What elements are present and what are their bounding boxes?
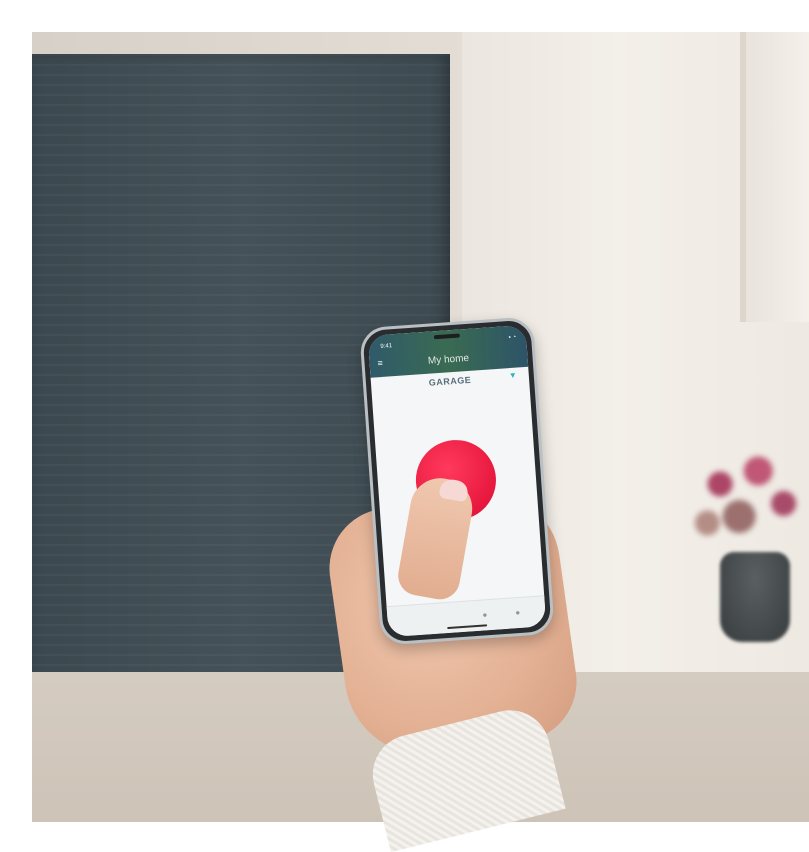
- window-frame: [740, 32, 809, 322]
- flowering-plant: [682, 432, 809, 562]
- bottom-nav: ● ●: [386, 595, 547, 638]
- status-time: 9:41: [380, 343, 393, 351]
- settings-icon[interactable]: ●: [515, 608, 520, 617]
- plant-pot: [720, 552, 790, 642]
- user-icon[interactable]: ●: [482, 610, 487, 619]
- app-title: My home: [427, 352, 470, 367]
- home-indicator: [447, 624, 488, 630]
- status-icons: ▪ ◔: [508, 334, 517, 342]
- phone-notch: [433, 333, 460, 340]
- wifi-icon: ▼: [508, 370, 518, 381]
- app-header: 9:41 ▪ ◔ ≡ My home: [367, 324, 529, 378]
